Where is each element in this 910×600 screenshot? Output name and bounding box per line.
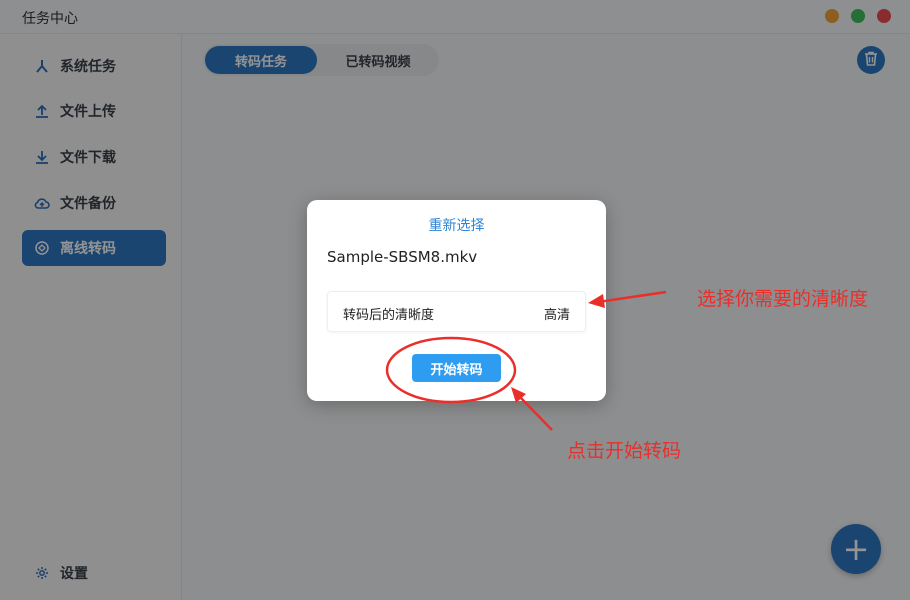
transcode-dialog: 重新选择 Sample-SBSM8.mkv 转码后的清晰度 高清 开始转码 <box>307 200 606 401</box>
quality-label: 转码后的清晰度 <box>343 308 435 323</box>
start-hint-annotation: 点击开始转码 <box>567 440 682 462</box>
quality-value: 高清 <box>543 308 570 323</box>
start-transcode-button[interactable]: 开始转码 <box>412 354 501 382</box>
file-name: Sample-SBSM8.mkv <box>327 248 478 266</box>
quality-selector[interactable]: 转码后的清晰度 高清 <box>327 291 586 332</box>
reselect-link[interactable]: 重新选择 <box>307 215 606 235</box>
quality-hint-annotation: 选择你需要的清晰度 <box>697 288 869 310</box>
